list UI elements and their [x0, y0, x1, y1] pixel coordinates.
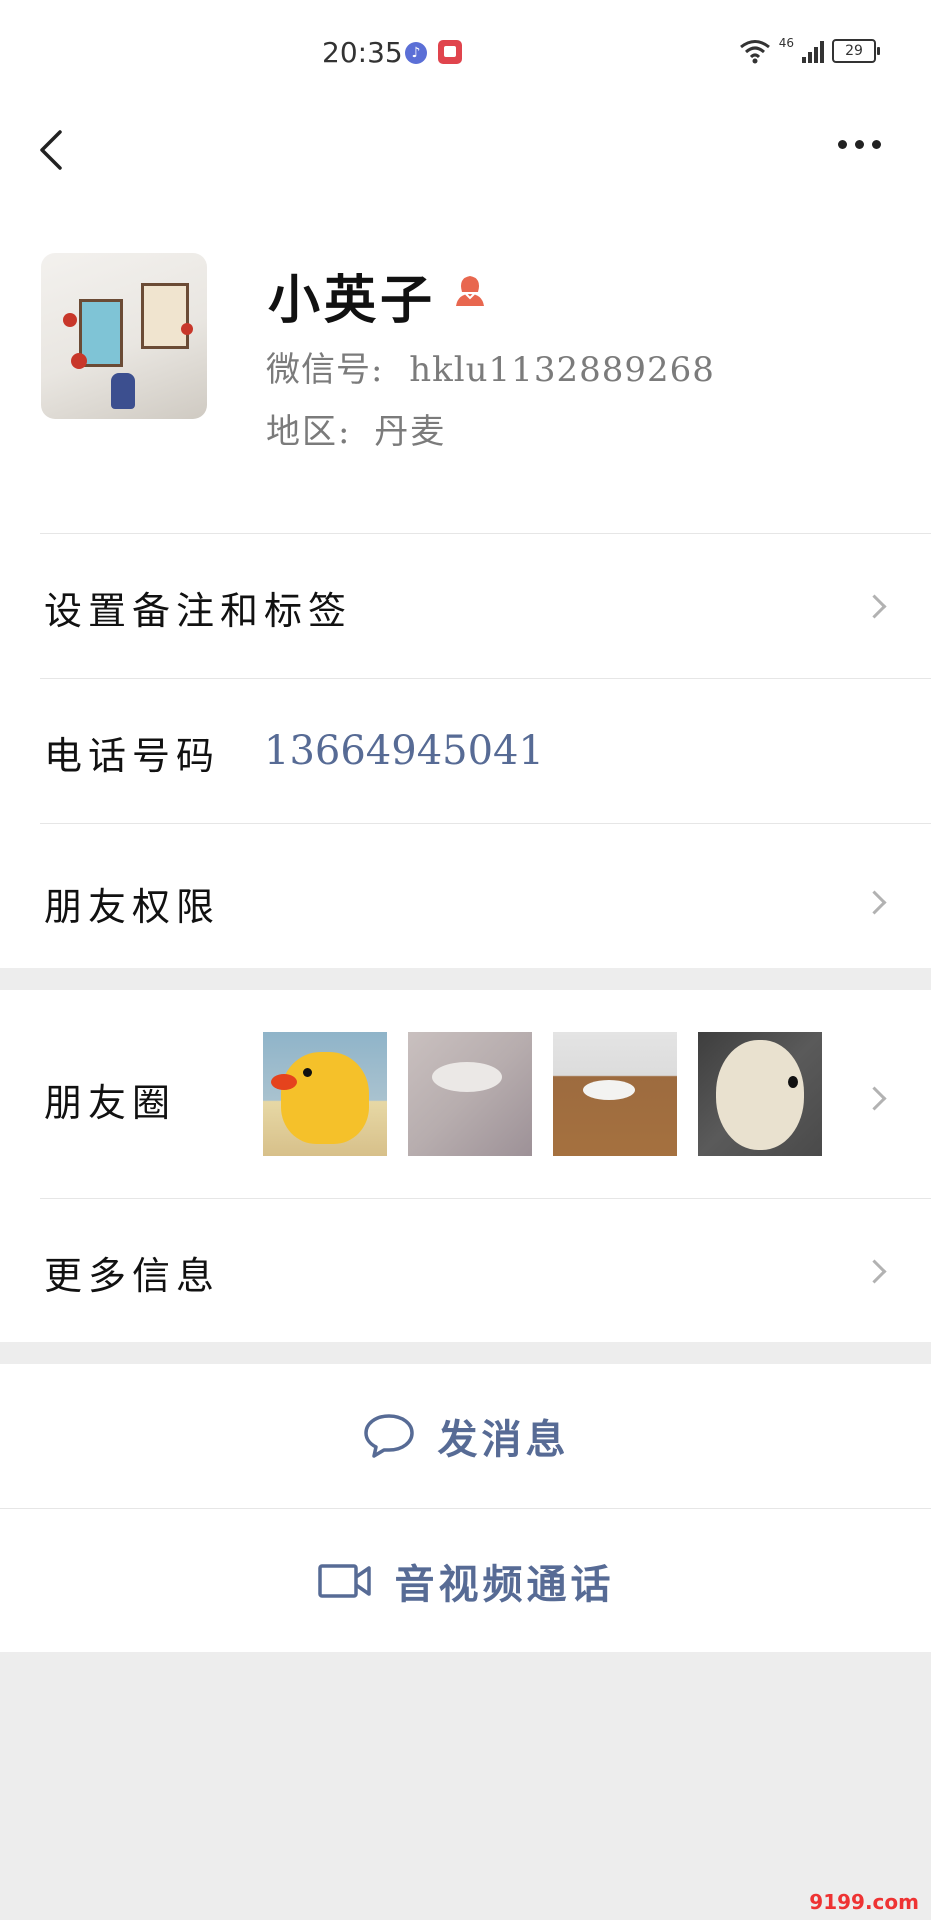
- wechat-id-value: hklu1132889268: [409, 350, 715, 390]
- friend-permissions-row[interactable]: 朋友权限: [0, 824, 931, 968]
- chevron-right-icon: [862, 1259, 887, 1284]
- more-info-label: 更多信息: [44, 1254, 221, 1298]
- chevron-right-icon: [862, 890, 887, 915]
- remark-tags-row[interactable]: 设置备注和标签: [0, 534, 931, 678]
- back-arrow-icon[interactable]: [36, 128, 66, 172]
- video-call-label: 音视频通话: [394, 1560, 615, 1608]
- avatar[interactable]: [41, 253, 207, 419]
- phone-number-link[interactable]: 13664945041: [264, 728, 544, 774]
- more-options-button[interactable]: [838, 140, 881, 149]
- chat-bubble-icon: [363, 1414, 414, 1458]
- region-label: 地区:: [266, 412, 352, 452]
- music-app-icon: ♪: [405, 42, 427, 64]
- notification-app-icon: [438, 40, 462, 64]
- chevron-right-icon: [862, 1086, 887, 1111]
- remark-tags-label: 设置备注和标签: [44, 589, 353, 633]
- friend-permissions-label: 朋友权限: [44, 885, 221, 929]
- region-value: 丹麦: [374, 412, 447, 452]
- send-message-button[interactable]: 发消息: [0, 1364, 931, 1508]
- contact-name: 小英子: [268, 270, 437, 331]
- moments-thumbnail: [408, 1032, 532, 1156]
- status-bar: 20:35 ♪ 46 29: [0, 0, 931, 100]
- network-type-label: 46: [778, 36, 794, 50]
- region: 地区: 丹麦: [266, 404, 446, 453]
- phone-label: 电话号码: [44, 734, 221, 778]
- moments-label: 朋友圈: [44, 1081, 177, 1125]
- wifi-icon: [739, 40, 770, 64]
- female-icon: [456, 276, 484, 306]
- watermark-logo: 9199.com: [809, 1890, 919, 1914]
- video-camera-icon: [317, 1563, 371, 1598]
- wechat-id-label: 微信号:: [266, 350, 384, 390]
- video-call-button[interactable]: 音视频通话: [0, 1509, 931, 1652]
- moments-thumbnail: [553, 1032, 677, 1156]
- status-time: 20:35: [322, 36, 403, 69]
- chevron-right-icon: [862, 594, 887, 619]
- send-message-label: 发消息: [437, 1416, 570, 1463]
- battery-icon: 29: [832, 39, 880, 63]
- moments-thumbnail: [263, 1032, 387, 1156]
- system-status-icons: 46 29: [739, 36, 880, 66]
- signal-icon: [802, 39, 824, 63]
- wechat-id: 微信号: hklu1132889268: [266, 342, 715, 391]
- more-info-row[interactable]: 更多信息: [0, 1199, 931, 1342]
- moments-thumbnail: [698, 1032, 822, 1156]
